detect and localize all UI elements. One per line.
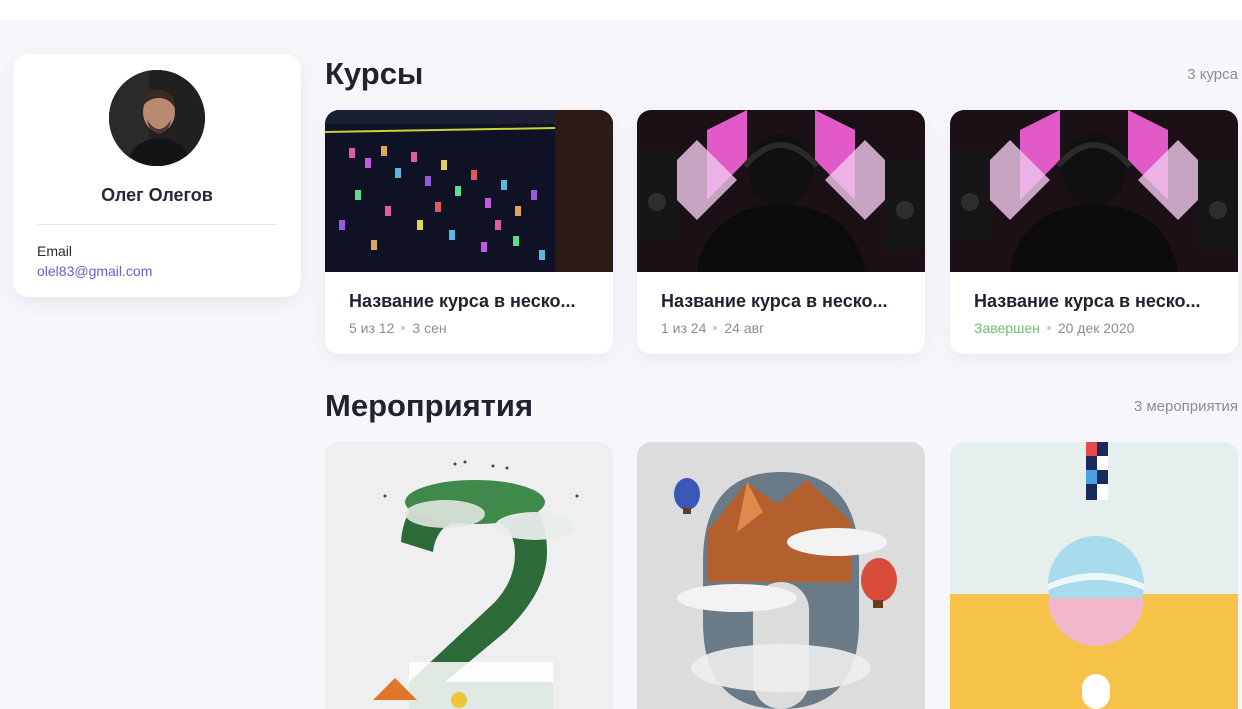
event-image [637, 442, 925, 709]
course-title: Название курса в неско... [974, 291, 1201, 311]
course-meta: 1 из 24 24 авг [661, 320, 764, 336]
course-title: Название курса в неско... [661, 291, 888, 311]
courses-heading: Курсы [325, 56, 424, 91]
email-label: Email [37, 243, 73, 259]
course-progress: 1 из 24 [661, 320, 707, 336]
event-card[interactable] [637, 442, 925, 709]
profile-card: Олег Олегов Email olel83@gmail.com [13, 54, 301, 297]
courses-count: 3 курса [1187, 66, 1238, 83]
course-progress: 5 из 12 [349, 320, 395, 336]
course-thumbnail [637, 110, 925, 272]
event-image [950, 442, 1238, 709]
course-thumbnail [325, 110, 613, 272]
course-meta: 5 из 12 3 сен [349, 320, 447, 336]
course-date: 3 сен [412, 320, 447, 336]
separator-dot [713, 326, 718, 330]
course-meta: Завершен 20 дек 2020 [974, 320, 1134, 336]
email-link[interactable]: olel83@gmail.com [37, 263, 152, 279]
course-card[interactable]: Название курса в неско... 5 из 12 3 сен [325, 110, 613, 354]
course-thumbnail [950, 110, 1238, 272]
event-card[interactable] [325, 442, 613, 709]
events-count: 3 мероприятия [1133, 398, 1238, 415]
avatar[interactable] [109, 70, 205, 166]
profile-name: Олег Олегов [101, 185, 213, 205]
course-card[interactable]: Название курса в неско... Завершен 20 де… [950, 110, 1238, 354]
event-image [325, 442, 613, 709]
events-heading: Мероприятия [325, 388, 534, 423]
course-date: 24 авг [724, 320, 765, 336]
separator-dot [401, 326, 406, 330]
course-title: Название курса в неско... [349, 291, 576, 311]
separator-dot [1046, 326, 1051, 330]
course-card[interactable]: Название курса в неско... 1 из 24 24 авг [637, 110, 925, 354]
top-bar [0, 0, 1242, 20]
course-status-completed: Завершен [974, 320, 1040, 336]
event-card[interactable] [950, 442, 1238, 709]
profile-divider [37, 224, 277, 225]
course-date: 20 дек 2020 [1057, 320, 1135, 336]
